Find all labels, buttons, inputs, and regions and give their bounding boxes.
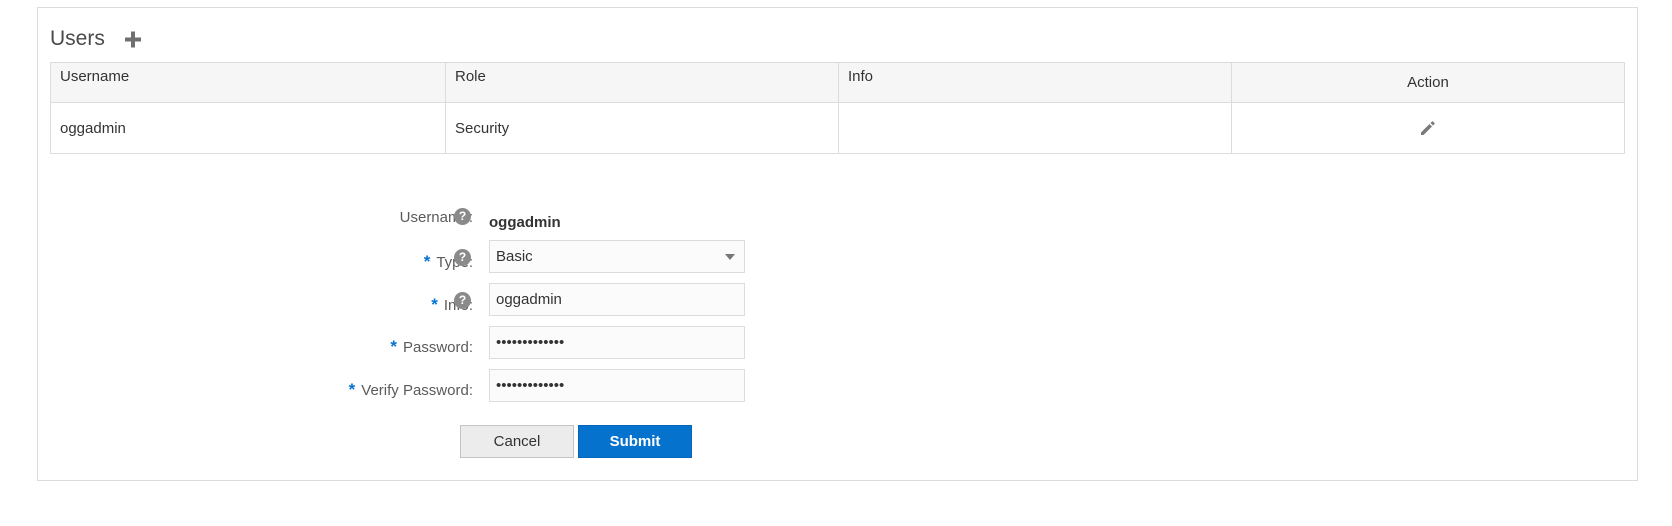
column-header-info[interactable]: Info bbox=[837, 62, 1232, 103]
edit-user-button[interactable] bbox=[1418, 118, 1438, 138]
chevron-down-icon bbox=[725, 254, 735, 260]
password-label-text: Password: bbox=[402, 339, 473, 356]
required-marker: * bbox=[431, 295, 438, 314]
password-label: * Password: bbox=[390, 337, 473, 357]
section-title: Users bbox=[50, 27, 105, 50]
info-field[interactable]: oggadmin bbox=[489, 283, 745, 316]
cell-username: oggadmin bbox=[50, 102, 446, 154]
cancel-button[interactable]: Cancel bbox=[460, 425, 574, 458]
pencil-icon bbox=[1420, 121, 1435, 135]
type-help-icon[interactable]: ? bbox=[454, 249, 471, 266]
table-header-row: Username Role Info Action bbox=[50, 62, 1626, 103]
username-help-icon[interactable]: ? bbox=[454, 208, 471, 225]
type-select-value: Basic bbox=[496, 248, 533, 265]
required-marker: * bbox=[390, 337, 397, 356]
required-marker: * bbox=[423, 252, 431, 271]
users-table: Username Role Info Action oggadmin Secur… bbox=[50, 62, 1626, 154]
column-header-role[interactable]: Role bbox=[445, 62, 839, 103]
table-row: oggadmin Security bbox=[50, 102, 1626, 154]
cell-info bbox=[837, 102, 1232, 154]
column-header-action: Action bbox=[1230, 62, 1626, 103]
password-field[interactable]: ••••••••••••• bbox=[489, 326, 745, 359]
cell-role: Security bbox=[445, 102, 839, 154]
verify-password-field[interactable]: ••••••••••••• bbox=[489, 369, 745, 402]
submit-button[interactable]: Submit bbox=[578, 425, 692, 458]
required-marker: * bbox=[348, 380, 356, 399]
info-help-icon[interactable]: ? bbox=[454, 292, 471, 309]
cell-action bbox=[1230, 102, 1626, 154]
column-header-username[interactable]: Username bbox=[50, 62, 446, 103]
verify-password-label: * Verify Password: bbox=[349, 380, 473, 400]
verify-password-label-text: Verify Password: bbox=[361, 382, 473, 399]
plus-icon bbox=[125, 31, 141, 48]
add-user-button[interactable] bbox=[123, 28, 143, 52]
username-value: oggadmin bbox=[489, 214, 561, 231]
type-select[interactable]: Basic bbox=[489, 240, 745, 273]
